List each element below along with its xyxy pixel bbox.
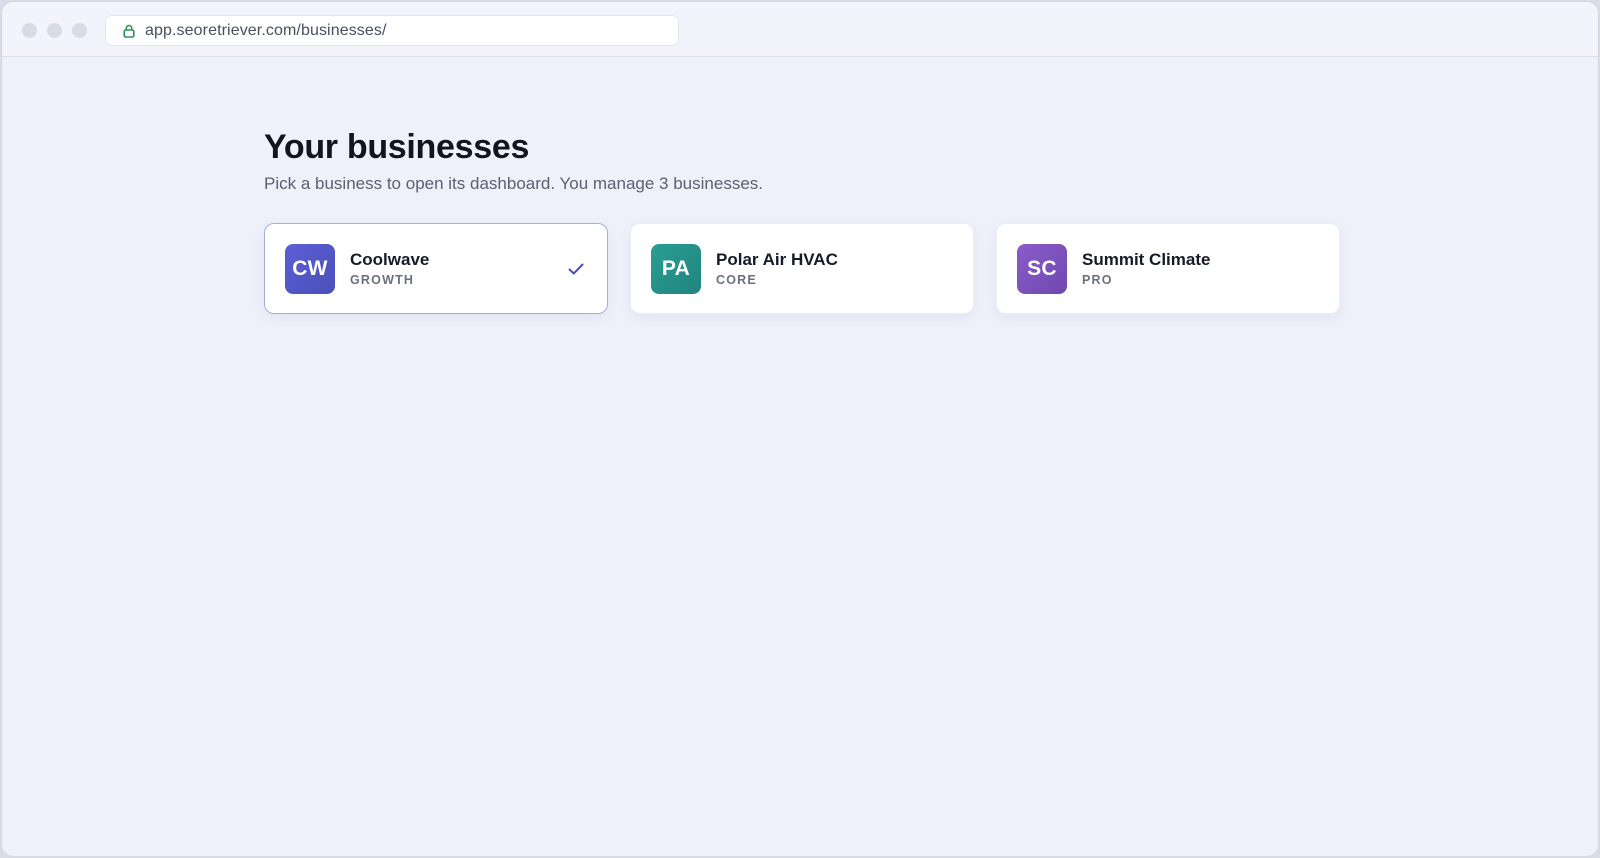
business-card-list: CW Coolwave GROWTH PA Polar Air HVAC COR… <box>264 223 1340 314</box>
business-plan: CORE <box>716 272 757 287</box>
page-title: Your businesses <box>264 128 530 166</box>
business-name: Summit Climate <box>1082 249 1211 269</box>
business-plan: PRO <box>1082 272 1113 287</box>
browser-titlebar: app.seoretriever.com/businesses/ <box>2 2 1598 57</box>
business-card-polar-air-hvac[interactable]: PA Polar Air HVAC CORE <box>630 223 974 314</box>
lock-icon <box>122 23 136 39</box>
business-name: Coolwave <box>350 249 430 269</box>
business-avatar: PA <box>651 243 701 294</box>
selected-check-icon <box>567 261 585 277</box>
page-subtitle: Pick a business to open its dashboard. Y… <box>264 174 764 193</box>
business-card-summit-climate[interactable]: SC Summit Climate PRO <box>996 223 1340 314</box>
business-avatar: CW <box>285 243 335 294</box>
business-plan: GROWTH <box>350 272 415 287</box>
close-window-button[interactable] <box>22 23 37 38</box>
business-info: Summit Climate PRO <box>1082 250 1210 288</box>
business-info: Coolwave GROWTH <box>350 250 429 288</box>
maximize-window-button[interactable] <box>72 23 87 38</box>
business-avatar: SC <box>1017 243 1067 294</box>
url-text: app.seoretriever.com/businesses/ <box>145 21 387 39</box>
address-bar[interactable]: app.seoretriever.com/businesses/ <box>105 15 679 46</box>
business-name: Polar Air HVAC <box>716 249 838 269</box>
minimize-window-button[interactable] <box>47 23 62 38</box>
main-content: Your businesses Pick a business to open … <box>264 127 1340 314</box>
business-card-coolwave[interactable]: CW Coolwave GROWTH <box>264 223 608 314</box>
business-info: Polar Air HVAC CORE <box>716 250 838 288</box>
browser-window: app.seoretriever.com/businesses/ Your bu… <box>1 1 1599 857</box>
